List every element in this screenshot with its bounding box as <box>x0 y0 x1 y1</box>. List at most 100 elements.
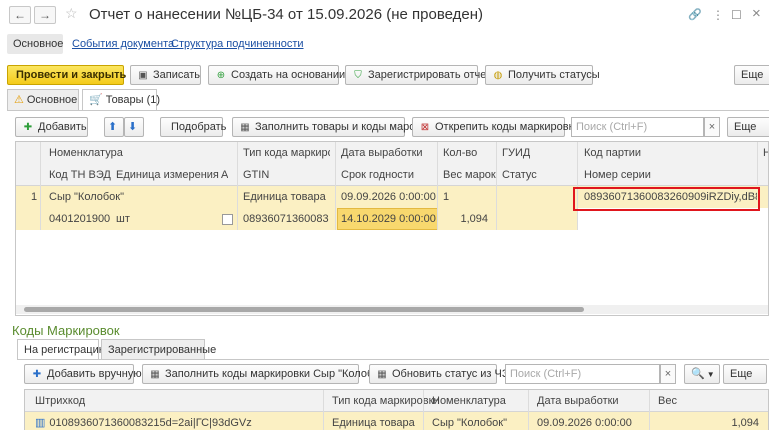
col-barcode[interactable]: Штрихкод <box>30 390 85 412</box>
save-button[interactable]: ▣ Записать <box>130 65 201 85</box>
col-extra[interactable]: Н <box>758 142 768 164</box>
move-up-button[interactable]: ⬆ <box>104 117 124 137</box>
row-tnved[interactable]: 0401201900 <box>44 208 110 230</box>
tab-divider <box>17 359 769 360</box>
col-weight[interactable]: Вес марок <box>438 164 496 186</box>
register-report-button[interactable]: ⛉ Зарегистрировать отчет <box>345 65 491 85</box>
scrollbar-thumb[interactable] <box>24 307 584 312</box>
more-menu-icon[interactable]: ⋮ <box>712 8 724 22</box>
row-weight[interactable]: 1,094 <box>653 412 763 430</box>
grid-line <box>649 390 650 430</box>
select-button[interactable]: Подобрать <box>160 117 226 137</box>
goods-more-button[interactable]: Еще <box>727 117 769 137</box>
tab-main-label: Основное <box>26 94 78 106</box>
col-prod-date[interactable]: Дата выработки <box>532 390 619 412</box>
get-statuses-button[interactable]: ◍ Получить статусы <box>485 65 600 85</box>
section-title: Коды Маркировок <box>12 323 120 338</box>
table-row[interactable]: ▥ 0108936071360083215d=2ai|ГС|93dGVz Един… <box>25 412 768 430</box>
row-nomenclature[interactable]: Сыр "Колобок" <box>44 186 124 208</box>
warning-icon: ⚠ <box>14 94 24 106</box>
section-main[interactable]: Основное <box>7 34 63 54</box>
cart-icon: 🛒 <box>89 94 103 106</box>
row-prod-date[interactable]: 09.09.2026 0:00:00 <box>336 186 436 208</box>
forward-button[interactable]: → <box>34 6 56 24</box>
row-gtin[interactable]: 08936071360083 <box>238 208 329 230</box>
section-events[interactable]: События документа <box>72 34 174 54</box>
col-serial[interactable]: Номер серии <box>579 164 651 186</box>
col-code-type[interactable]: Тип кода маркиро... <box>238 142 330 164</box>
col-status[interactable]: Статус <box>497 164 537 186</box>
codes-search-input[interactable]: Поиск (Ctrl+F) <box>505 364 660 384</box>
add-manual-button[interactable]: ✚ Добавить вручную <box>24 364 142 384</box>
fill-codes-label: Заполнить коды маркировки Сыр "Колобок" <box>165 368 389 380</box>
add-label: Добавить <box>38 121 87 133</box>
horizontal-scrollbar[interactable] <box>16 305 768 314</box>
maximize-icon[interactable]: ☐ <box>731 8 742 22</box>
col-prod-date[interactable]: Дата выработки <box>336 142 423 164</box>
title-bar: ← → ☆ Отчет о нанесении №ЦБ-34 от 15.09.… <box>0 0 769 30</box>
row-weight[interactable]: 1,094 <box>438 208 492 230</box>
fill-codes-button[interactable]: ▦ Заполнить коды маркировки Сыр "Колобок" <box>142 364 388 384</box>
section-structure[interactable]: Структура подчиненности <box>171 34 304 54</box>
detach-codes-label: Открепить коды маркировки <box>435 121 580 133</box>
row-barcode[interactable]: ▥ 0108936071360083215d=2ai|ГС|93dGVz <box>30 412 252 430</box>
add-manual-label: Добавить вручную <box>47 368 142 380</box>
row-a-checkbox[interactable] <box>222 214 233 225</box>
plus-icon: ✚ <box>23 122 33 133</box>
move-down-button[interactable]: ⬇ <box>124 117 144 137</box>
goods-search-input[interactable]: Поиск (Ctrl+F) <box>571 117 704 137</box>
goods-search-clear-button[interactable]: × <box>704 117 720 137</box>
col-batch-code[interactable]: Код партии <box>579 142 641 164</box>
tab-goods[interactable]: 🛒 Товары (1) <box>82 89 161 110</box>
col-qty[interactable]: Кол-во <box>438 142 477 164</box>
barcode-icon: ▦ <box>150 369 160 380</box>
col-weight[interactable]: Вес <box>653 390 677 412</box>
table-row[interactable]: 0401201900 шт 08936071360083 14.10.2029 … <box>16 208 577 230</box>
col-unit[interactable]: Единица измерения <box>111 164 219 186</box>
row-nomenclature[interactable]: Сыр "Колобок" <box>427 412 507 430</box>
col-gtin[interactable]: GTIN <box>238 164 269 186</box>
codes-more-button[interactable]: Еще <box>723 364 767 384</box>
refresh-icon: ▦ <box>377 369 387 380</box>
row-prod-date[interactable]: 09.09.2026 0:00:00 <box>532 412 632 430</box>
update-status-button[interactable]: ▦ Обновить статус из ЧЗ <box>369 364 508 384</box>
tab-registered[interactable]: Зарегистрированные <box>101 339 216 360</box>
register-report-label: Зарегистрировать отчет <box>368 69 492 81</box>
row-unit[interactable]: шт <box>111 208 130 230</box>
codes-search-clear-button[interactable]: × <box>660 364 676 384</box>
search-icon: 🔍 <box>691 368 705 380</box>
window-title: Отчет о нанесении №ЦБ-34 от 15.09.2026 (… <box>89 6 483 23</box>
grid-line <box>577 142 578 230</box>
tab-main[interactable]: ⚠ Основное <box>7 89 79 110</box>
row-code-type[interactable]: Единица товара <box>238 186 326 208</box>
close-icon[interactable]: × <box>752 5 761 22</box>
tab-to-register[interactable]: На регистрацию <box>17 339 107 360</box>
arrow-left-icon: ← <box>14 8 26 22</box>
search-options-button[interactable]: 🔍 ▼ <box>684 364 720 384</box>
col-nomenclature[interactable]: Номенклатура <box>44 142 123 164</box>
more-button[interactable]: Еще <box>734 65 769 85</box>
create-based-button[interactable]: ⊕Создать на основании▼ <box>208 65 357 85</box>
fill-goods-label: Заполнить товары и коды марок <box>255 121 421 133</box>
post-and-close-button[interactable]: Провести и закрыть <box>7 65 126 85</box>
col-tnved[interactable]: Код ТН ВЭД <box>44 164 111 186</box>
link-icon[interactable]: 🔗 <box>688 8 702 21</box>
grid-line <box>757 142 758 186</box>
status-icon: ◍ <box>493 70 503 81</box>
highlight-box <box>573 187 760 211</box>
back-button[interactable]: ← <box>9 6 31 24</box>
row-code-type[interactable]: Единица товара <box>327 412 415 430</box>
codes-table: Штрихкод Тип кода маркировки Номенклатур… <box>24 389 769 430</box>
detach-codes-button[interactable]: ⊠ Открепить коды маркировки <box>412 117 580 137</box>
add-button[interactable]: ✚ Добавить <box>15 117 88 137</box>
col-expiry[interactable]: Срок годности <box>336 164 414 186</box>
tab-goods-label: Товары (1) <box>105 94 161 106</box>
col-nomenclature[interactable]: Номенклатура <box>427 390 506 412</box>
favorite-star-icon[interactable]: ☆ <box>65 5 78 22</box>
tab-divider <box>7 110 769 111</box>
col-a[interactable]: А <box>216 164 228 186</box>
col-guid[interactable]: ГУИД <box>497 142 530 164</box>
row-qty[interactable]: 1 <box>438 186 449 208</box>
row-expiry[interactable]: 14.10.2029 0:00:00 <box>336 208 436 230</box>
fill-goods-button[interactable]: ▦ Заполнить товары и коды марок <box>232 117 420 137</box>
